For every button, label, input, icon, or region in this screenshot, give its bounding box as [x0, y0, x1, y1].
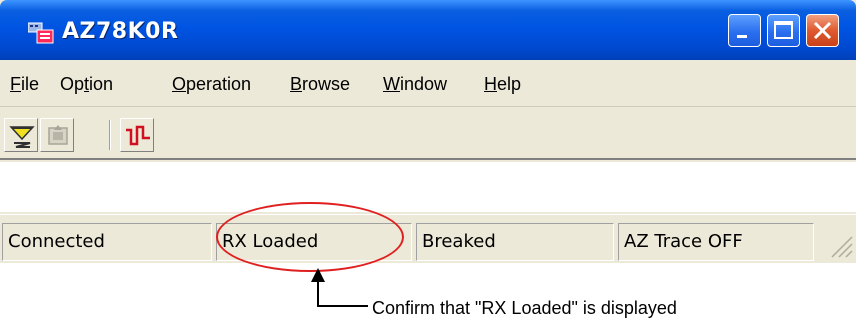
- close-button[interactable]: [806, 14, 839, 47]
- callout-text: Confirm that "RX Loaded" is displayed: [372, 298, 677, 318]
- window-title: AZ78K0R: [62, 19, 179, 44]
- upload-disabled-icon: [48, 125, 68, 145]
- status-bar: Connected RX Loaded Breaked AZ Trace OFF: [0, 214, 856, 262]
- app-icon: [27, 22, 54, 44]
- maximize-button[interactable]: [767, 14, 800, 47]
- menu-window[interactable]: Window: [383, 72, 447, 96]
- menu-operation[interactable]: Operation: [172, 72, 251, 96]
- menu-help[interactable]: Help: [484, 72, 521, 96]
- minimize-icon: [737, 35, 747, 38]
- toolbar-separator: [109, 120, 111, 150]
- title-bar[interactable]: AZ78K0R: [0, 0, 856, 60]
- maximize-icon: [774, 21, 793, 39]
- status-trace: AZ Trace OFF: [618, 223, 814, 261]
- menu-bar: File Option Operation Browse Window Help: [0, 60, 856, 107]
- client-area: [0, 162, 856, 212]
- upload-button[interactable]: [40, 118, 74, 152]
- resize-grip-icon[interactable]: [826, 229, 854, 259]
- close-icon: [813, 21, 832, 40]
- signal-trace-icon: [126, 125, 150, 146]
- trace-button[interactable]: [120, 118, 154, 152]
- menu-browse[interactable]: Browse: [290, 72, 350, 96]
- menu-file[interactable]: File: [10, 72, 39, 96]
- status-connection: Connected: [2, 223, 212, 261]
- download-icon: [9, 126, 35, 148]
- app-window: AZ78K0R File Option Operation Browse Win…: [0, 0, 856, 263]
- download-button[interactable]: [4, 118, 38, 152]
- minimize-button[interactable]: [728, 14, 761, 47]
- menu-option[interactable]: Option: [60, 72, 113, 96]
- toolbar: [0, 108, 856, 160]
- highlight-ellipse: [216, 202, 404, 272]
- status-run: Breaked: [416, 223, 614, 261]
